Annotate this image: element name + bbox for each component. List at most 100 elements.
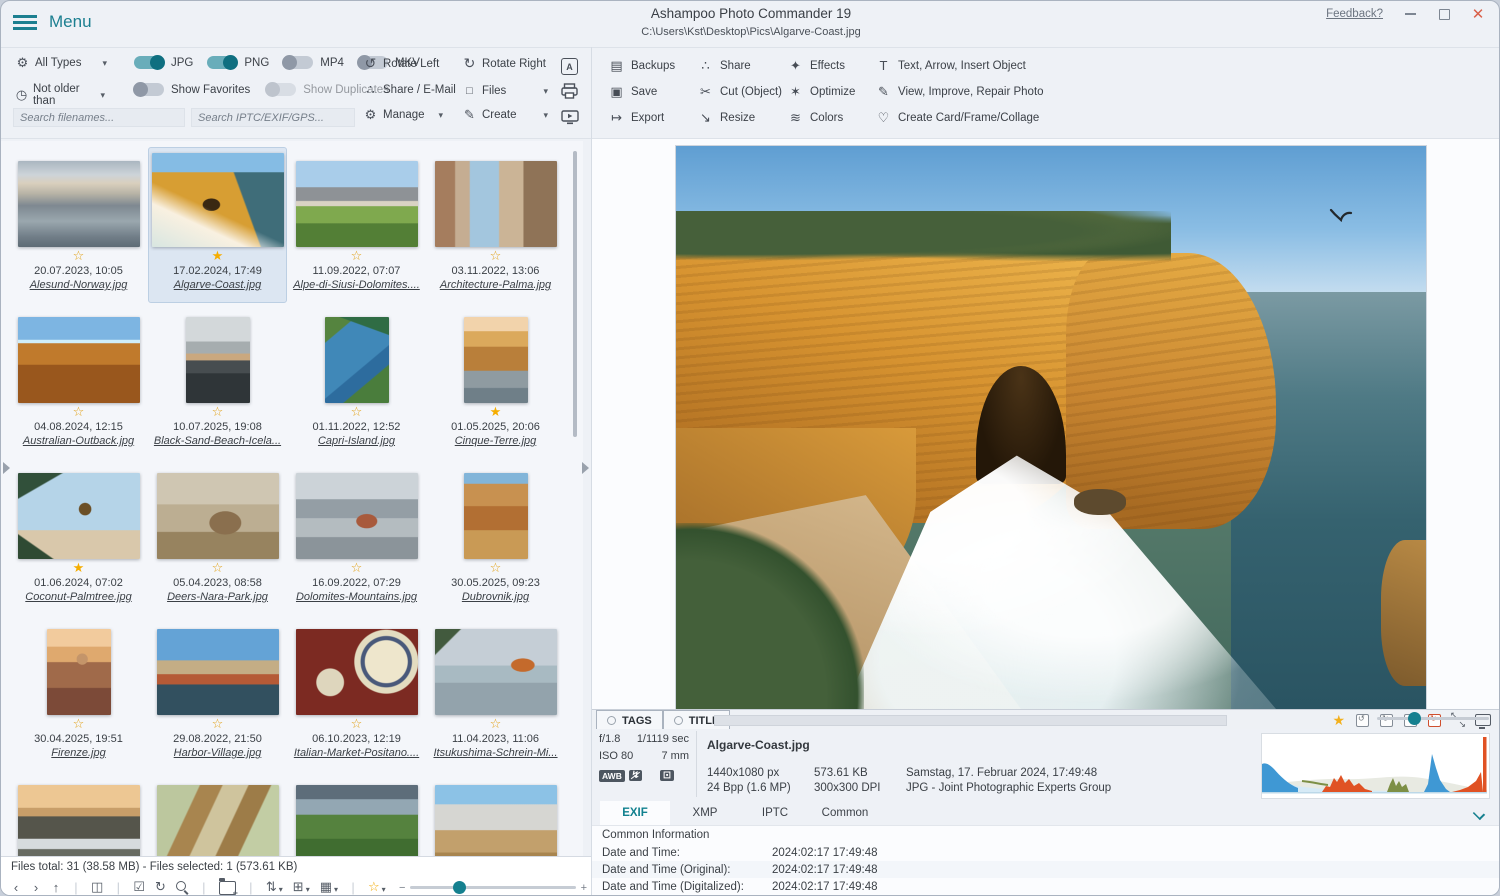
slideshow-button[interactable]: [561, 110, 579, 125]
thumbnail-item[interactable]: 11.09.2022, 07:07 Alpe-di-Siusi-Dolomite…: [287, 147, 426, 303]
pdf-export-button[interactable]: A: [561, 58, 578, 75]
minimize-button[interactable]: [1403, 7, 1417, 21]
metadata-tab[interactable]: Common: [810, 801, 880, 825]
feedback-link[interactable]: Feedback?: [1326, 8, 1383, 20]
age-filter-dropdown[interactable]: Not older than: [15, 83, 105, 107]
type-filter-dropdown[interactable]: All Types: [15, 56, 107, 70]
zoom-out-icon[interactable]: −: [399, 882, 405, 894]
thumbnail-filename[interactable]: Dubrovnik.jpg: [427, 590, 564, 604]
favorite-star-icon[interactable]: [288, 403, 425, 420]
format-toggle[interactable]: PNG: [207, 56, 269, 69]
thumbnail-item[interactable]: 04.08.2024, 12:15 Australian-Outback.jpg: [9, 303, 148, 459]
thumbnail-item[interactable]: [9, 771, 148, 856]
thumbnail-image[interactable]: [464, 317, 528, 403]
thumbnail-filename[interactable]: Black-Sand-Beach-Icela...: [149, 434, 286, 448]
favorite-star-icon[interactable]: ★: [1332, 712, 1345, 729]
thumbnail-image[interactable]: [296, 629, 418, 715]
thumbnail-filename[interactable]: Capri-Island.jpg: [288, 434, 425, 448]
zoom-in-icon[interactable]: +: [581, 882, 587, 894]
thumbnail-image[interactable]: [435, 629, 557, 715]
rotate-left-box-icon[interactable]: [1356, 714, 1369, 727]
edit-tool-button[interactable]: ▣ Save: [609, 82, 675, 101]
statusbar-button[interactable]: ‹: [11, 880, 21, 895]
thumbnail-item[interactable]: 11.04.2023, 11:06 Itsukushima-Schrein-Mi…: [426, 615, 565, 771]
favorite-star-icon[interactable]: [427, 559, 564, 576]
thumbnail-filename[interactable]: Architecture-Palma.jpg: [427, 278, 564, 292]
favorite-star-icon[interactable]: [427, 403, 564, 420]
favorite-star-icon[interactable]: [288, 559, 425, 576]
thumbnail-item[interactable]: 01.11.2022, 12:52 Capri-Island.jpg: [287, 303, 426, 459]
thumbnail-filename[interactable]: Firenze.jpg: [10, 746, 147, 760]
manage-dropdown[interactable]: Manage: [363, 108, 443, 122]
edit-tool-button[interactable]: ✶ Optimize: [788, 82, 855, 101]
statusbar-button[interactable]: ›: [31, 880, 41, 895]
metadata-tab[interactable]: EXIF: [600, 801, 670, 825]
thumbnail-item[interactable]: 05.04.2023, 08:58 Deers-Nara-Park.jpg: [148, 459, 287, 615]
thumbnail-item[interactable]: 10.07.2025, 19:08 Black-Sand-Beach-Icela…: [148, 303, 287, 459]
thumbnail-image[interactable]: [464, 473, 528, 559]
thumbnail-image[interactable]: [435, 161, 557, 247]
thumbnail-image[interactable]: [186, 317, 250, 403]
edit-tool-button[interactable]: ↦ Export: [609, 108, 675, 127]
statusbar-button[interactable]: ◫: [91, 879, 103, 895]
thumbnail-image[interactable]: [296, 785, 418, 856]
thumbnail-item[interactable]: 30.04.2025, 19:51 Firenze.jpg: [9, 615, 148, 771]
thumbnail-item[interactable]: [287, 771, 426, 856]
slider-knob[interactable]: [453, 881, 466, 894]
maximize-button[interactable]: [1437, 7, 1451, 21]
favorite-star-icon[interactable]: [288, 247, 425, 264]
thumbnail-filename[interactable]: Deers-Nara-Park.jpg: [149, 590, 286, 604]
thumbnail-image[interactable]: [152, 153, 284, 247]
format-toggle[interactable]: MP4: [283, 56, 344, 69]
toggle-switch-icon[interactable]: [266, 83, 296, 96]
close-button[interactable]: [1471, 7, 1485, 21]
edit-tool-button[interactable]: ♡ Create Card/Frame/Collage: [876, 108, 1044, 127]
statusbar-button[interactable]: [176, 881, 189, 894]
tab-strip[interactable]: [714, 715, 1227, 726]
favorite-star-icon[interactable]: [10, 247, 147, 264]
rotate-right-button[interactable]: Rotate Right: [462, 56, 546, 71]
favorite-star-icon[interactable]: [149, 715, 286, 732]
thumbnail-item[interactable]: 30.05.2025, 09:23 Dubrovnik.jpg: [426, 459, 565, 615]
statusbar-button[interactable]: ↻: [155, 879, 166, 895]
thumbnail-item[interactable]: 03.11.2022, 13:06 Architecture-Palma.jpg: [426, 147, 565, 303]
visibility-toggle[interactable]: Show Favorites: [134, 83, 250, 96]
left-panel-expander[interactable]: [3, 462, 10, 474]
thumbnail-image[interactable]: [325, 317, 389, 403]
thumbnail-filename[interactable]: Alesund-Norway.jpg: [10, 278, 147, 292]
statusbar-button[interactable]: ↑: [51, 880, 61, 895]
thumbnail-image[interactable]: [157, 785, 279, 856]
thumbnail-filename[interactable]: Alpe-di-Siusi-Dolomites....: [288, 278, 425, 292]
thumbnail-item[interactable]: 29.08.2022, 21:50 Harbor-Village.jpg: [148, 615, 287, 771]
statusbar-button[interactable]: ⇅: [266, 879, 283, 895]
preview-zoom-slider[interactable]: [1377, 712, 1489, 725]
thumbnail-item[interactable]: 01.06.2024, 07:02 Coconut-Palmtree.jpg: [9, 459, 148, 615]
slider-track[interactable]: [1377, 717, 1489, 720]
metadata-tab[interactable]: IPTC: [740, 801, 810, 825]
thumbnail-filename[interactable]: Harbor-Village.jpg: [149, 746, 286, 760]
rotate-left-button[interactable]: Rotate Left: [363, 56, 439, 71]
thumbnail-image[interactable]: [157, 629, 279, 715]
statusbar-button[interactable]: [219, 879, 236, 895]
thumbnail-item[interactable]: 17.02.2024, 17:49 Algarve-Coast.jpg: [148, 147, 287, 303]
thumbnail-item[interactable]: 06.10.2023, 12:19 Italian-Market-Positan…: [287, 615, 426, 771]
edit-tool-button[interactable]: ↘ Resize: [698, 108, 782, 127]
favorite-star-icon[interactable]: [149, 559, 286, 576]
toggle-switch-icon[interactable]: [134, 56, 164, 69]
print-button[interactable]: [561, 83, 578, 99]
slider-track[interactable]: [410, 886, 575, 889]
thumbnail-item[interactable]: 20.07.2023, 10:05 Alesund-Norway.jpg: [9, 147, 148, 303]
toggle-switch-icon[interactable]: [283, 56, 313, 69]
thumbnail-image[interactable]: [47, 629, 111, 715]
edit-tool-button[interactable]: ✦ Effects: [788, 56, 855, 75]
search-filenames-input[interactable]: [13, 108, 185, 127]
statusbar-button[interactable]: ☑: [133, 879, 145, 895]
collapse-metadata-icon[interactable]: [1473, 807, 1485, 819]
thumbnail-image[interactable]: [157, 473, 279, 559]
toggle-switch-icon[interactable]: [134, 83, 164, 96]
edit-tool-button[interactable]: ∴ Share: [698, 56, 782, 75]
menu-button[interactable]: Menu: [13, 12, 92, 32]
share-email-button[interactable]: Share / E-Mail: [363, 83, 456, 97]
edit-tool-button[interactable]: ▤ Backups: [609, 56, 675, 75]
thumbnail-zoom-slider[interactable]: [410, 881, 575, 894]
